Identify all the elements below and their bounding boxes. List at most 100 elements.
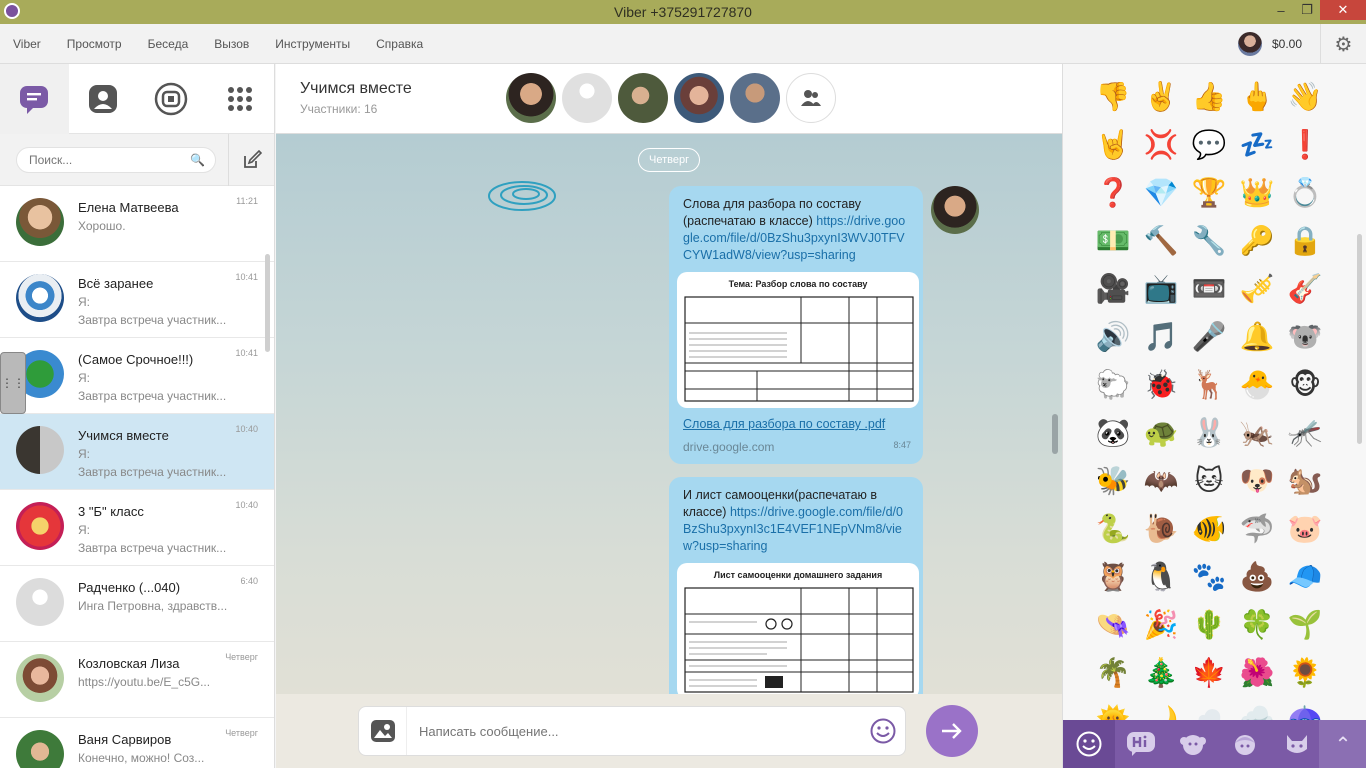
emoji-item[interactable]: 🐍 [1089, 504, 1137, 552]
emoji-item[interactable]: 🌻 [1281, 648, 1329, 696]
chat-item[interactable]: Радченко (...040) Инга Петровна, здравств… [0, 566, 274, 642]
emoji-item[interactable]: 🦉 [1089, 552, 1137, 600]
emoji-item[interactable]: 🦟 [1281, 408, 1329, 456]
sticker-pack-monkey-tab[interactable] [1167, 720, 1219, 768]
emoji-item[interactable]: 💬 [1185, 120, 1233, 168]
emoji-item[interactable]: 🎵 [1137, 312, 1185, 360]
emoji-item[interactable]: 🔧 [1185, 216, 1233, 264]
emoji-item[interactable]: 🐱 [1185, 456, 1233, 504]
tab-contacts[interactable] [69, 64, 138, 134]
emoji-item[interactable]: 👎 [1089, 72, 1137, 120]
emoji-item[interactable]: 🐿️ [1281, 456, 1329, 504]
send-button[interactable] [926, 705, 978, 757]
sticker-pack-cat-tab[interactable] [1271, 720, 1323, 768]
emoji-item[interactable]: 🎄 [1137, 648, 1185, 696]
emoji-item[interactable]: ❓ [1089, 168, 1137, 216]
chevron-up-icon[interactable]: ⌃ [1319, 720, 1366, 768]
emoji-item[interactable]: 🐷 [1281, 504, 1329, 552]
emoji-item[interactable]: 💍 [1281, 168, 1329, 216]
more-participants-button[interactable] [786, 73, 836, 123]
emoji-item[interactable]: 🏆 [1185, 168, 1233, 216]
message-bubble[interactable]: И лист самооценки(распечатаю в классе) h… [669, 477, 923, 694]
search-icon[interactable]: 🔍 [190, 153, 205, 167]
menu-viber[interactable]: Viber [0, 37, 54, 51]
minimize-icon[interactable]: – [1268, 0, 1294, 20]
chat-item[interactable]: Всё заранее Я: Завтра встреча участник... … [0, 262, 274, 338]
search-input[interactable] [29, 152, 191, 167]
emoji-item[interactable]: 🧢 [1281, 552, 1329, 600]
participant-avatar[interactable] [674, 73, 724, 123]
emoji-item[interactable]: 🔔 [1233, 312, 1281, 360]
emoji-item[interactable]: 🐶 [1233, 456, 1281, 504]
emoji-item[interactable]: 🎉 [1137, 600, 1185, 648]
menu-conversation[interactable]: Беседа [135, 37, 202, 51]
emoji-item[interactable]: 💎 [1137, 168, 1185, 216]
emoji-item[interactable]: 🦈 [1233, 504, 1281, 552]
document-preview[interactable]: Лист самооценки домашнего задания [677, 563, 919, 694]
emoji-item[interactable]: 🐠 [1185, 504, 1233, 552]
emoji-item[interactable]: 🦗 [1233, 408, 1281, 456]
compose-button[interactable] [228, 133, 274, 186]
emoji-item[interactable]: 💢 [1137, 120, 1185, 168]
emoji-item[interactable]: 🐾 [1185, 552, 1233, 600]
emoji-item[interactable]: 🔑 [1233, 216, 1281, 264]
chat-item[interactable]: Козловская Лиза https://youtu.be/E_c5G...… [0, 642, 274, 718]
document-filename[interactable]: Слова для разбора по составу .pdf [683, 416, 909, 433]
emoji-item[interactable]: 🍀 [1233, 600, 1281, 648]
chat-item[interactable]: Ваня Сарвиров Конечно, можно! Соз... Четв… [0, 718, 274, 768]
menu-tools[interactable]: Инструменты [262, 37, 363, 51]
emoji-item[interactable]: 🦇 [1137, 456, 1185, 504]
emoji-item[interactable]: 💤 [1233, 120, 1281, 168]
participant-avatar[interactable] [618, 73, 668, 123]
sticker-pack-hi-tab[interactable] [1115, 720, 1167, 768]
sticker-pack-girl-tab[interactable] [1219, 720, 1271, 768]
emoji-item[interactable]: 🐢 [1137, 408, 1185, 456]
menu-help[interactable]: Справка [363, 37, 436, 51]
maximize-icon[interactable]: ❐ [1294, 0, 1320, 20]
emoji-item[interactable]: 🐵 [1281, 360, 1329, 408]
emoji-item[interactable]: 📼 [1185, 264, 1233, 312]
messages-scrollbar[interactable] [1052, 414, 1058, 454]
emoji-item[interactable]: 🐰 [1185, 408, 1233, 456]
emoji-item[interactable]: 🎸 [1281, 264, 1329, 312]
emoji-item[interactable]: 🤘 [1089, 120, 1137, 168]
emoji-item[interactable]: 🎺 [1233, 264, 1281, 312]
emoji-item[interactable]: 🎤 [1185, 312, 1233, 360]
emoji-item[interactable]: 🔨 [1137, 216, 1185, 264]
document-preview[interactable]: Тема: Разбор слова по составу [677, 272, 919, 408]
participant-avatar[interactable] [730, 73, 780, 123]
emoji-item[interactable]: 👍 [1185, 72, 1233, 120]
dock-handle[interactable]: ⋮⋮ [0, 352, 26, 414]
tab-chats[interactable] [0, 64, 69, 134]
emoji-item[interactable]: 👒 [1089, 600, 1137, 648]
emoji-item[interactable]: ✌️ [1137, 72, 1185, 120]
emoji-item[interactable]: 🖕 [1233, 72, 1281, 120]
sender-avatar[interactable] [931, 186, 979, 234]
message-bubble[interactable]: Слова для разбора по составу (распечатаю… [669, 186, 923, 464]
emoji-item[interactable]: 🐣 [1233, 360, 1281, 408]
tab-dialpad[interactable] [206, 64, 275, 134]
conversation-title[interactable]: Учимся вместе [300, 80, 412, 98]
emoji-item[interactable]: ❗ [1281, 120, 1329, 168]
chat-item[interactable]: Елена Матвеева Хорошо. 11:21 [0, 186, 274, 262]
emoji-button[interactable] [861, 718, 905, 744]
participant-avatar[interactable] [562, 73, 612, 123]
menu-call[interactable]: Вызов [201, 37, 262, 51]
emoji-item[interactable]: 🍁 [1185, 648, 1233, 696]
emoji-item[interactable]: 🌴 [1089, 648, 1137, 696]
emoji-item[interactable]: 📺 [1137, 264, 1185, 312]
emoji-item[interactable]: 🐨 [1281, 312, 1329, 360]
chat-item[interactable]: 3 "Б" класс Я: Завтра встреча участник... … [0, 490, 274, 566]
message-input[interactable] [407, 723, 861, 739]
chat-item-active[interactable]: Учимся вместе Я: Завтра встреча участник..… [0, 414, 274, 490]
emoji-item[interactable]: 👋 [1281, 72, 1329, 120]
emoji-item[interactable]: 🐑 [1089, 360, 1137, 408]
emoji-item[interactable]: 🔒 [1281, 216, 1329, 264]
tab-public-accounts[interactable] [137, 64, 206, 134]
emoticons-tab[interactable] [1063, 720, 1115, 768]
emoji-item[interactable]: 🦌 [1185, 360, 1233, 408]
chat-list-scrollbar[interactable] [265, 254, 270, 352]
emoji-item[interactable]: 🐧 [1137, 552, 1185, 600]
close-icon[interactable]: ✕ [1320, 0, 1366, 20]
gear-icon[interactable]: ⚙ [1320, 24, 1366, 64]
